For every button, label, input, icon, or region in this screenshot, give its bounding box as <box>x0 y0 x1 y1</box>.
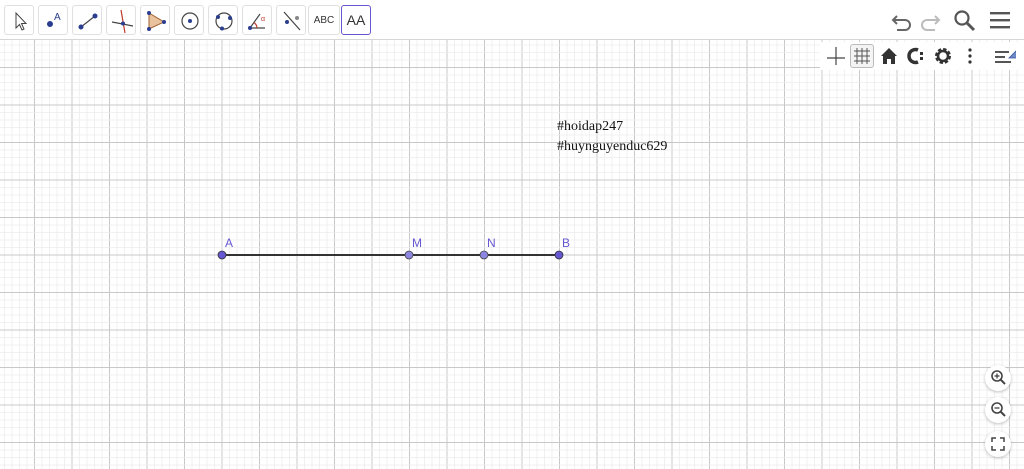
zoom-out-button[interactable] <box>985 397 1011 423</box>
circle-center-tool-button[interactable] <box>174 5 204 35</box>
reflect-line-icon <box>283 11 301 31</box>
angle-icon: α <box>248 13 265 30</box>
gear-icon[interactable] <box>931 44 955 68</box>
fullscreen-button[interactable] <box>985 431 1011 457</box>
point-tool-button[interactable]: A <box>38 5 68 35</box>
style-text-tool-button[interactable]: AA <box>341 5 371 35</box>
perpendicular-icon <box>111 9 134 34</box>
arrow-pointer-icon <box>15 11 28 31</box>
point-b-label: B <box>562 236 570 250</box>
text-hashtag-user[interactable]: #huynguyenduc629 <box>557 139 667 154</box>
triangle-icon <box>147 11 166 31</box>
point-n-label: N <box>487 236 496 250</box>
point-a-icon: A <box>47 12 61 27</box>
grid-toggle-button[interactable] <box>850 44 874 68</box>
circle-center-icon <box>181 12 199 30</box>
svg-text:A: A <box>54 12 61 23</box>
point-capturing-icon[interactable] <box>904 44 928 68</box>
move-tool-button[interactable] <box>4 5 34 35</box>
circle-three-points-tool-button[interactable] <box>208 5 238 35</box>
polygon-tool-button[interactable] <box>140 5 170 35</box>
axes-toggle-icon[interactable] <box>824 44 848 68</box>
segment-icon <box>78 13 98 30</box>
search-icon[interactable] <box>952 8 978 32</box>
more-vertical-icon[interactable] <box>958 44 982 68</box>
point-m-label: M <box>412 236 422 250</box>
circle-three-points-icon <box>215 12 233 31</box>
style-text-tool-label: AA <box>346 12 366 28</box>
home-icon[interactable] <box>877 44 901 68</box>
menu-icon[interactable] <box>988 8 1014 32</box>
undo-icon[interactable] <box>889 8 915 32</box>
style-bar-toggle-icon[interactable] <box>992 44 1016 68</box>
grid-toggle-icon <box>854 48 870 64</box>
redo-icon[interactable] <box>917 8 943 32</box>
point-a-label: A <box>225 236 233 250</box>
text-tool-label: ABC <box>313 14 335 26</box>
text-hashtag-hoidap[interactable]: #hoidap247 <box>557 119 623 134</box>
graphics-style-bar <box>820 42 1024 70</box>
zoom-in-icon <box>991 370 1006 385</box>
fullscreen-icon <box>991 437 1005 451</box>
segment-tool-button[interactable] <box>72 5 102 35</box>
graphics-view[interactable]: #hoidap247 #huynguyenduc629 A M N B <box>0 40 1024 469</box>
zoom-out-icon <box>991 402 1006 417</box>
toolbar: A α ABC AA <box>0 0 1024 40</box>
text-tool-button[interactable]: ABC <box>308 5 340 35</box>
perpendicular-line-tool-button[interactable] <box>106 5 136 35</box>
reflect-tool-button[interactable] <box>276 5 306 35</box>
angle-tool-button[interactable]: α <box>242 5 272 35</box>
svg-text:α: α <box>261 16 265 23</box>
zoom-in-button[interactable] <box>985 365 1011 391</box>
